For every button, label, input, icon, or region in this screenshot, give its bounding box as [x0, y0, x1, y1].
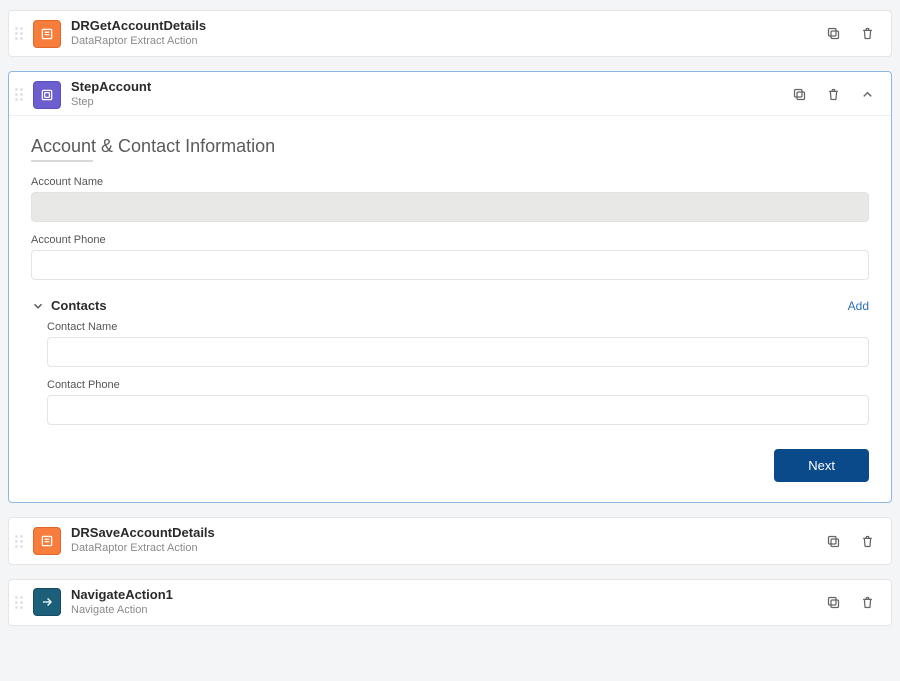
chevron-up-icon[interactable]: [857, 85, 877, 105]
element-subtitle: DataRaptor Extract Action: [71, 34, 823, 48]
section-title: Account & Contact Information: [31, 136, 869, 157]
drag-handle-icon[interactable]: [15, 591, 27, 613]
dataraptor-icon: [33, 20, 61, 48]
section-title-underline: [31, 160, 93, 162]
next-button[interactable]: Next: [774, 449, 869, 482]
copy-icon[interactable]: [823, 24, 843, 44]
delete-icon[interactable]: [857, 531, 877, 551]
account-name-label: Account Name: [31, 176, 869, 188]
element-card-drget[interactable]: DRGetAccountDetails DataRaptor Extract A…: [8, 10, 892, 57]
element-subtitle: DataRaptor Extract Action: [71, 541, 823, 555]
step-form-body: Account & Contact Information Account Na…: [9, 115, 891, 500]
element-card-navigate[interactable]: NavigateAction1 Navigate Action: [8, 579, 892, 626]
account-name-field[interactable]: [31, 192, 869, 222]
copy-icon[interactable]: [789, 85, 809, 105]
contacts-block-title: Contacts: [51, 298, 848, 313]
contact-name-label: Contact Name: [47, 321, 869, 333]
add-contact-link[interactable]: Add: [848, 299, 869, 313]
step-icon: [33, 81, 61, 109]
delete-icon[interactable]: [857, 24, 877, 44]
delete-icon[interactable]: [823, 85, 843, 105]
element-title: NavigateAction1: [71, 588, 823, 603]
element-card-stepaccount[interactable]: StepAccount Step Account & Contact Infor…: [8, 71, 892, 503]
drag-handle-icon[interactable]: [15, 530, 27, 552]
element-title: StepAccount: [71, 80, 789, 95]
delete-icon[interactable]: [857, 592, 877, 612]
dataraptor-icon: [33, 527, 61, 555]
copy-icon[interactable]: [823, 592, 843, 612]
element-subtitle: Navigate Action: [71, 603, 823, 617]
copy-icon[interactable]: [823, 531, 843, 551]
element-title: DRGetAccountDetails: [71, 19, 823, 34]
element-card-drsave[interactable]: DRSaveAccountDetails DataRaptor Extract …: [8, 517, 892, 564]
element-subtitle: Step: [71, 95, 789, 109]
contact-name-field[interactable]: [47, 337, 869, 367]
contact-phone-label: Contact Phone: [47, 379, 869, 391]
account-phone-label: Account Phone: [31, 234, 869, 246]
contact-phone-field[interactable]: [47, 395, 869, 425]
chevron-down-icon[interactable]: [31, 299, 45, 313]
element-title: DRSaveAccountDetails: [71, 526, 823, 541]
drag-handle-icon[interactable]: [15, 84, 27, 106]
account-phone-field[interactable]: [31, 250, 869, 280]
drag-handle-icon[interactable]: [15, 23, 27, 45]
navigate-icon: [33, 588, 61, 616]
